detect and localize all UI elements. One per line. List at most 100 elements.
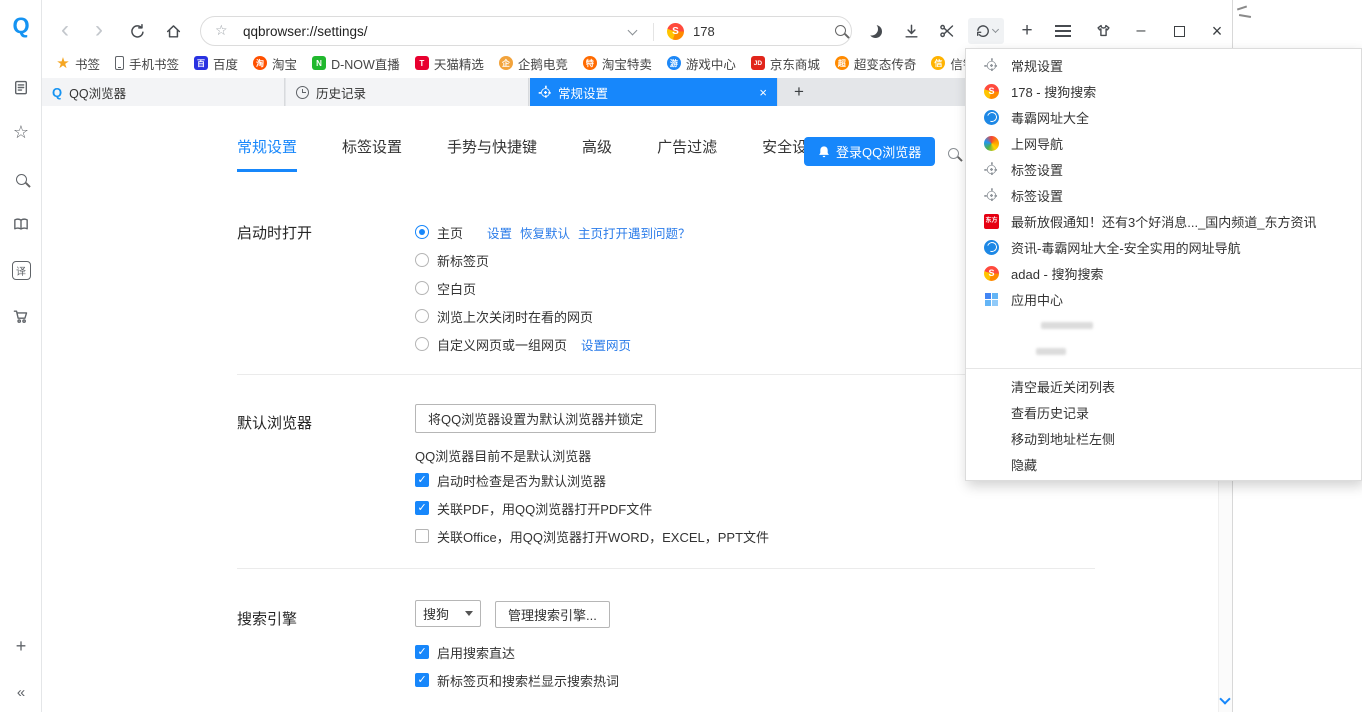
radio-icon[interactable] [415,253,429,267]
menu-action-view-history[interactable]: 查看历史记录 [966,399,1361,425]
bookmark-item-dnow[interactable]: N D-NOW直播 [312,54,400,73]
home-problem-link[interactable]: 主页打开遇到问题？ [578,223,691,242]
settings-tab-advanced[interactable]: 高级 [582,136,612,172]
menu-item[interactable]: 标签设置 [966,182,1361,208]
sidebar-notes-button[interactable] [0,74,42,100]
screenshot-button[interactable] [934,18,960,44]
menu-action-hide[interactable]: 隐藏 [966,451,1361,477]
sidebar-shopping-button[interactable] [0,303,42,329]
home-button[interactable] [160,18,186,44]
tab-qq-browser[interactable]: Q QQ浏览器 [42,78,285,106]
startup-option-lastsession[interactable]: 浏览上次关闭时在看的网页 [415,302,593,330]
new-tab-button[interactable]: + [787,80,811,104]
checkbox-checked-icon[interactable] [415,473,429,487]
startup-option-custom[interactable]: 自定义网页或一组网页 设置网页 [415,330,631,358]
url-dropdown-icon[interactable] [628,26,638,36]
menu-item[interactable]: 毒霸网址大全 [966,104,1361,130]
set-default-browser-button[interactable]: 将QQ浏览器设置为默认浏览器并锁定 [415,404,656,433]
sidebar-reader-button[interactable] [0,211,42,237]
sidebar-search-button[interactable] [0,166,42,192]
startup-option-newtab[interactable]: 新标签页 [415,246,489,274]
download-button[interactable] [898,18,924,44]
menu-item-faded[interactable] [966,312,1361,338]
bookmark-item-chuanqi[interactable]: 超 超变态传奇 [835,54,917,73]
menu-item[interactable]: 东方 最新放假通知！还有3个好消息..._国内频道_东方资讯 [966,208,1361,234]
menu-item[interactable]: S 178 - 搜狗搜索 [966,78,1361,104]
bookmark-item-temai[interactable]: 特 淘宝特卖 [583,54,652,73]
tab-label: 常规设置 [558,83,608,102]
sidebar-collapse-button[interactable]: « [0,679,42,705]
bookmark-item-taobao[interactable]: 淘 淘宝 [253,54,297,73]
startup-option-blank[interactable]: 空白页 [415,274,476,302]
search-go-icon[interactable] [835,25,846,36]
menu-item[interactable]: S adad - 搜狗搜索 [966,260,1361,286]
checkbox-icon[interactable] [415,529,429,543]
sidebar-translate-button[interactable]: 译 [0,257,42,283]
radio-icon[interactable] [415,309,429,323]
menu-item[interactable]: 资讯-毒霸网址大全-安全实用的网址导航 [966,234,1361,260]
skin-theme-button[interactable] [1090,18,1116,44]
settings-tab-tabs[interactable]: 标签设置 [342,136,402,172]
forward-button[interactable]: › [86,17,112,43]
menu-item-faded[interactable] [966,338,1361,364]
add-toolbar-button[interactable]: + [1014,18,1040,44]
back-button[interactable]: ‹ [52,17,78,43]
set-pages-link[interactable]: 设置网页 [581,335,631,354]
sidebar-favorites-button[interactable]: ☆ [0,119,42,145]
bookmark-star-icon[interactable]: ☆ [215,22,228,39]
menu-item[interactable]: 上网导航 [966,130,1361,156]
recently-closed-button[interactable] [968,18,1004,44]
startup-option-home[interactable]: 主页 设置 恢复默认 主页打开遇到问题？ [415,218,691,246]
tab-close-icon[interactable]: × [759,85,767,100]
manage-search-engines-button[interactable]: 管理搜索引擎... [495,601,610,628]
checkbox-label: 关联PDF，用QQ浏览器打开PDF文件 [437,499,652,518]
search-keyword-text[interactable]: 178 [693,24,715,39]
menu-action-move-left[interactable]: 移动到地址栏左侧 [966,425,1361,451]
checkbox-checked-icon[interactable] [415,501,429,515]
check-search-direct[interactable]: 启用搜索直达 [415,638,515,666]
login-button[interactable]: 登录QQ浏览器 [804,137,935,166]
bookmark-item-mobile[interactable]: 手机书签 [115,54,179,73]
main-menu-button[interactable] [1050,18,1076,44]
bookmark-item-qie[interactable]: 企 企鹅电竞 [499,54,568,73]
search-engine-select[interactable]: 搜狗 [415,600,481,627]
tab-history[interactable]: 历史记录 [286,78,529,106]
menu-item[interactable]: 标签设置 [966,156,1361,182]
settings-tab-adblock[interactable]: 广告过滤 [657,136,717,172]
sogou-engine-icon[interactable]: S [667,23,684,40]
menu-item[interactable]: 常规设置 [966,52,1361,78]
page-search-icon[interactable] [948,148,959,159]
bookmark-item-shuqian[interactable]: ★ 书签 [56,54,100,73]
minimize-button[interactable]: – [1128,18,1154,44]
qq-browser-logo[interactable]: Q [0,12,42,40]
checkbox-checked-icon[interactable] [415,673,429,687]
settings-tab-gestures[interactable]: 手势与快捷键 [447,136,537,172]
check-associate-office[interactable]: 关联Office，用QQ浏览器打开WORD，EXCEL，PPT文件 [415,522,769,550]
restore-default-link[interactable]: 恢复默认 [520,223,570,242]
radio-selected-icon[interactable] [415,225,429,239]
select-caret-icon [465,611,473,616]
bookmark-item-jd[interactable]: JD 京东商城 [751,54,820,73]
close-button[interactable]: × [1204,18,1230,44]
maximize-button[interactable] [1166,18,1192,44]
menu-item[interactable]: 应用中心 [966,286,1361,312]
refresh-button[interactable] [124,18,150,44]
home-settings-link[interactable]: 设置 [487,223,512,242]
menu-action-clear-list[interactable]: 清空最近关闭列表 [966,373,1361,399]
bookmark-item-tmall[interactable]: T 天猫精选 [415,54,484,73]
radio-icon[interactable] [415,281,429,295]
tab-general-settings[interactable]: 常规设置 × [530,78,778,106]
radio-icon[interactable] [415,337,429,351]
checkbox-checked-icon[interactable] [415,645,429,659]
check-associate-pdf[interactable]: 关联PDF，用QQ浏览器打开PDF文件 [415,494,652,522]
sidebar-add-button[interactable]: + [0,633,42,659]
bookmark-item-gamecenter[interactable]: 游 游戏中心 [667,54,736,73]
check-default-on-startup[interactable]: 启动时检查是否为默认浏览器 [415,466,606,494]
address-bar[interactable]: ☆ qqbrowser://settings/ S 178 [200,16,852,46]
bookmark-item-baidu[interactable]: 百 百度 [194,54,238,73]
check-hot-words[interactable]: 新标签页和搜索栏显示搜索热词 [415,666,619,694]
url-text[interactable]: qqbrowser://settings/ [243,24,368,39]
settings-tab-general[interactable]: 常规设置 [237,136,297,172]
scroll-down-button[interactable] [1221,690,1229,708]
night-mode-button[interactable] [862,18,888,44]
